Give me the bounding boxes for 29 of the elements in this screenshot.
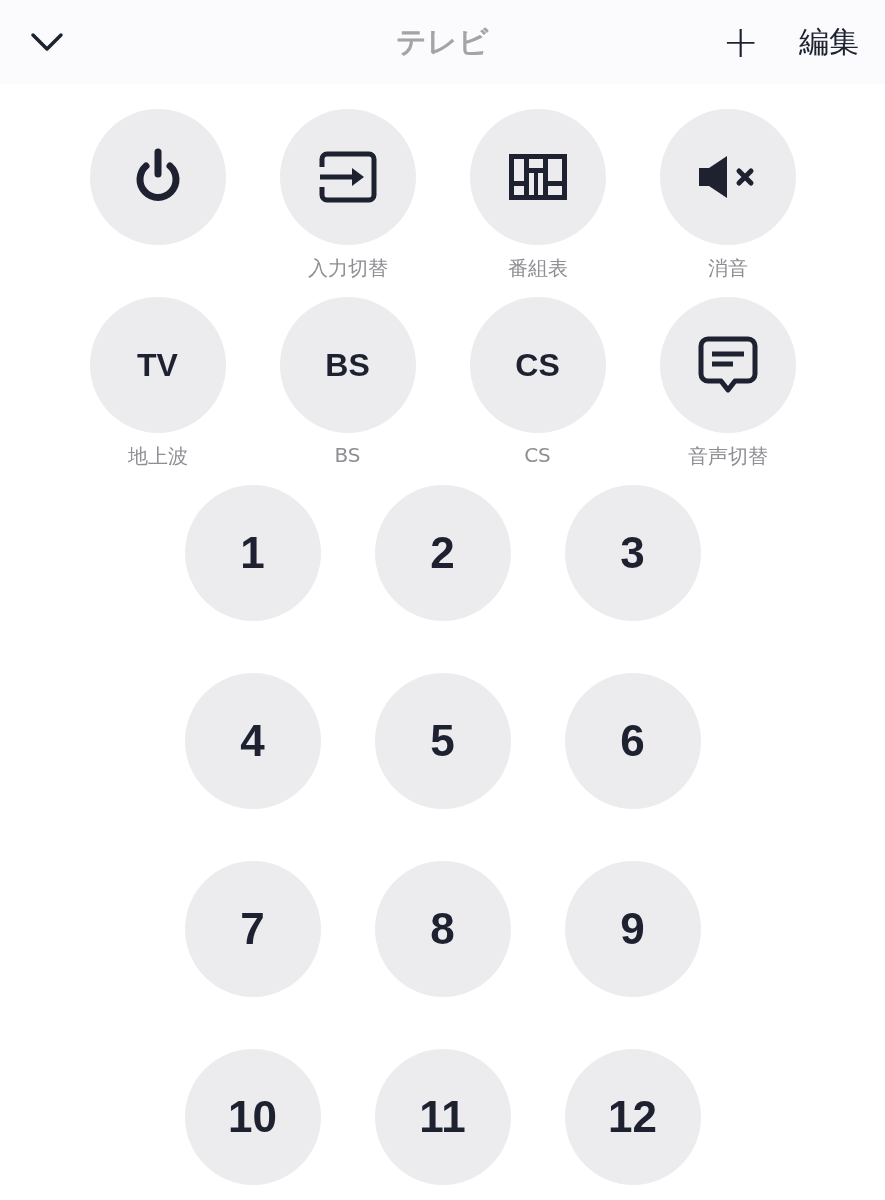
channel-button[interactable]: BS (279, 297, 416, 433)
speech-bubble-icon (697, 336, 758, 394)
screen-title: テレビ (396, 22, 489, 61)
button-label: 消音 (707, 255, 748, 282)
button-label: 入力切替 (307, 255, 388, 282)
number-button[interactable]: 1 (184, 485, 321, 621)
number-button[interactable]: 4 (184, 673, 321, 809)
number-button[interactable]: 10 (184, 1049, 321, 1185)
number-button[interactable]: 9 (564, 861, 701, 997)
number-button[interactable]: 7 (184, 861, 321, 997)
button-label: 地上波 (127, 443, 188, 470)
button-label: 番組表 (507, 255, 568, 282)
number-button[interactable]: 3 (564, 485, 701, 621)
chevron-down-icon (30, 32, 64, 52)
number-button[interactable]: 5 (374, 673, 511, 809)
button-label: CS (524, 443, 551, 467)
button-label: BS (334, 443, 361, 467)
channel-button[interactable]: CS (469, 297, 606, 433)
number-button[interactable]: 8 (374, 861, 511, 997)
number-button[interactable]: 12 (564, 1049, 701, 1185)
channel-button[interactable]: TV (89, 297, 226, 433)
button-label: 音声切替 (687, 443, 768, 470)
number-button[interactable]: 11 (374, 1049, 511, 1185)
add-button[interactable]: + (722, 20, 759, 64)
edit-button[interactable]: 編集 (799, 21, 859, 63)
grid-icon (508, 154, 567, 200)
input-icon (317, 151, 378, 203)
number-button[interactable]: 2 (374, 485, 511, 621)
number-button[interactable]: 6 (564, 673, 701, 809)
